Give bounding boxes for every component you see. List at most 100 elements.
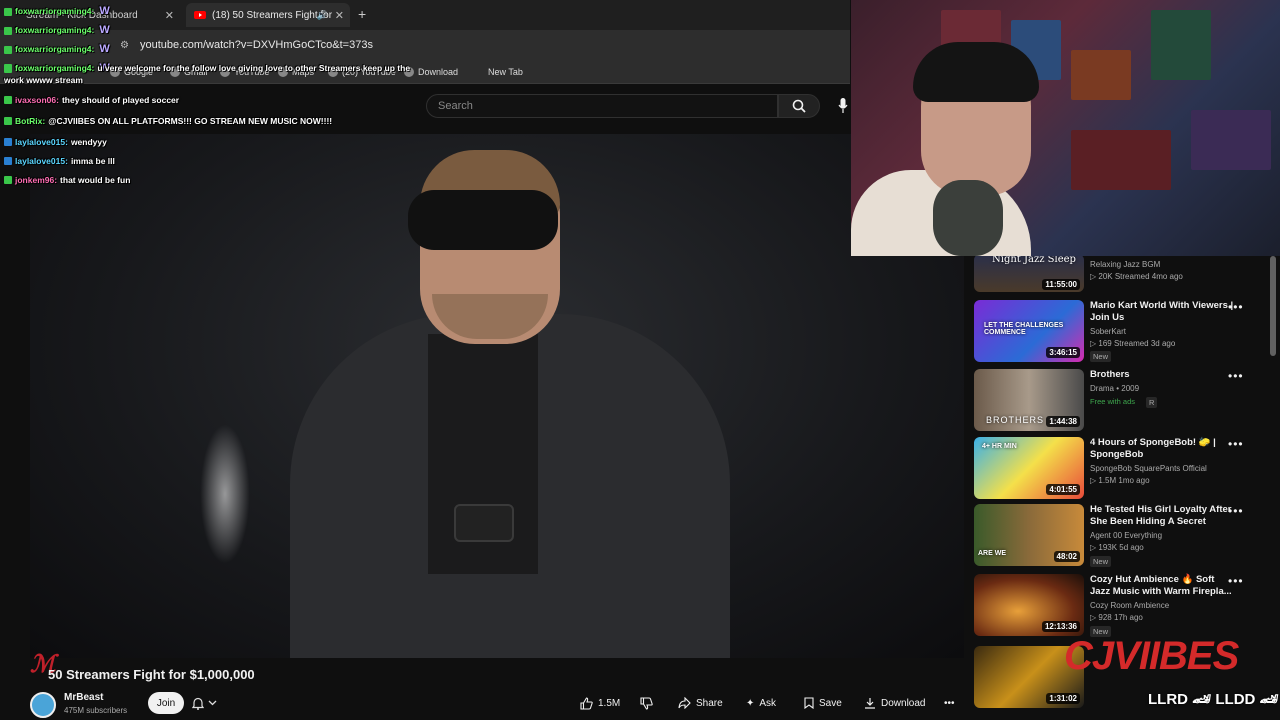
channel-name[interactable]: SpongeBob SquarePants Official [1090,464,1207,473]
video-duration: 11:55:00 [1042,279,1080,290]
blindfold [408,190,558,250]
search-input[interactable]: Search [426,94,778,118]
video-meta: ▷ 169 Streamed 3d ago [1090,339,1176,348]
download-label: Download [881,697,926,709]
site-settings-icon[interactable]: ⚙ [120,40,129,51]
voice-search-button[interactable] [834,96,852,116]
video-title[interactable]: Cozy Hut Ambience 🔥 Soft Jazz Music with… [1090,574,1234,599]
video-duration: 4:01:55 [1046,484,1080,495]
ask-label: Ask [759,697,777,709]
recommendation-item[interactable]: BROTHERS 1:44:38 Brothers Drama • 2009 F… [974,369,1270,435]
more-options-icon[interactable]: ••• [1228,504,1244,518]
new-badge: New [1090,556,1112,567]
share-button[interactable]: Share [678,692,723,714]
more-options-icon[interactable]: ••• [1228,574,1244,588]
notification-bell-button[interactable] [192,692,240,714]
video-thumbnail[interactable]: LET THE CHALLENGES COMMENCE 3:46:15 [974,300,1084,362]
save-button[interactable]: Save [804,692,842,714]
video-title[interactable]: Mario Kart World With Viewers | Join Us [1090,300,1234,325]
brand-logo: CJVIIBES [1064,634,1239,678]
ask-button[interactable]: ✦ Ask [746,692,776,714]
browser-tabbar: Stream - Kick Dashboard ✕ (18) 50 Stream… [0,0,850,30]
search-button[interactable] [778,94,820,118]
thumbs-down-icon [640,696,653,710]
chat-text: u vere welcome for the follow love givin… [97,63,411,73]
chat-username: ivaxson06: [15,95,59,105]
chat-username: BotRix: [15,116,46,126]
channel-name[interactable]: Cozy Room Ambience [1090,601,1169,610]
more-options-icon[interactable]: ••• [1228,437,1244,451]
tab-youtube-video[interactable]: (18) 50 Streamers Fight for 🔊 ✕ [186,3,350,27]
video-meta: ▷ 928 17h ago [1090,613,1143,622]
screen: Stream - Kick Dashboard ✕ (18) 50 Stream… [0,0,1280,720]
new-tab-button[interactable]: + [358,6,366,22]
chat-badge-icon [4,64,12,73]
video-thumbnail[interactable]: 4+ HR MIN 4:01:55 [974,437,1084,499]
video-thumbnail[interactable]: 12:13:36 [974,574,1084,636]
chat-message: BotRix: @CJVIIBES ON ALL PLATFORMS!!! GO … [4,117,332,126]
more-actions-button[interactable]: ••• [944,692,955,714]
thumbnail-text: ARE WE [978,550,1006,557]
speaker-icon[interactable]: 🔊 [317,10,328,21]
like-button[interactable]: 1.5M [580,692,620,714]
bookmark-download[interactable]: Download [404,67,458,77]
chat-badge-icon [4,26,12,35]
chevron-down-icon [208,700,217,706]
dislike-button[interactable] [640,692,653,714]
microphone-icon [838,98,848,113]
chat-message: laylalove015: imma be lll [4,157,115,166]
download-button[interactable]: Download [864,692,925,714]
chat-badge-icon [4,138,12,147]
video-title[interactable]: 4 Hours of SpongeBob! 🧽 | SpongeBob [1090,437,1234,462]
chat-badge-icon [4,117,12,126]
channel-name[interactable]: Agent 00 Everything [1090,531,1162,540]
join-button[interactable]: Join [148,692,184,714]
channel-name[interactable]: Relaxing Jazz BGM [1090,260,1160,269]
video-title[interactable]: He Tested His Girl Loyalty After She Bee… [1090,504,1234,529]
video-player[interactable] [30,134,964,658]
chat-text: imma be lll [70,156,115,166]
chat-username: jonkem96: [15,175,58,185]
thumbs-up-icon [580,696,593,710]
url-field[interactable]: youtube.com/watch?v=DXVHmGoCTco&t=373s [140,39,373,51]
recommendation-item[interactable]: ARE WE 48:02 He Tested His Girl Loyalty … [974,504,1270,570]
channel-name[interactable]: SoberKart [1090,327,1126,336]
thumbnail-text: 4+ HR MIN [982,443,1017,450]
close-tab-icon[interactable]: ✕ [335,9,344,22]
recommendation-item[interactable]: LET THE CHALLENGES COMMENCE 3:46:15 Mari… [974,300,1270,366]
chat-username: laylalove015: [15,156,68,166]
channel-name[interactable]: MrBeast [64,692,103,703]
more-options-icon[interactable]: ••• [1228,369,1244,383]
close-tab-icon[interactable]: ✕ [165,9,174,22]
video-thumbnail[interactable]: ARE WE 48:02 [974,504,1084,566]
bookmark-label: New Tab [488,67,523,77]
brand-tagline: LLRD 🏎 LLDD 🏎 [1148,691,1279,708]
chat-text: they should of played soccer [61,95,180,105]
chat-badge-icon [4,157,12,166]
chat-message: ivaxson06: they should of played soccer [4,96,179,105]
save-label: Save [819,697,842,709]
video-title[interactable]: Brothers [1090,369,1234,381]
chat-badge-icon [4,7,12,16]
recommendation-item[interactable]: 4+ HR MIN 4:01:55 4 Hours of SpongeBob! … [974,437,1270,503]
chat-username: foxwarriorgaming4: [15,44,95,55]
chat-username: laylalove015: [15,137,68,147]
channel-avatar[interactable] [30,692,56,718]
bookmark-new-tab[interactable]: New Tab [488,67,523,77]
more-options-icon[interactable]: ••• [1228,300,1244,314]
chat-username: foxwarriorgaming4: [15,6,95,17]
video-thumbnail[interactable]: Night Jazz Sleep 11:55:00 [974,256,1084,292]
video-duration: 48:02 [1053,551,1080,562]
streamer-webcam [851,0,1280,256]
share-label: Share [696,697,723,709]
download-icon [865,698,875,709]
video-meta: ▷ 1.5M 1mo ago [1090,476,1150,485]
video-thumbnail[interactable]: BROTHERS 1:44:38 [974,369,1084,431]
sidebar-scrollbar[interactable] [1270,256,1276,356]
bell-icon [192,697,204,710]
chat-message: foxwarriorgaming4: W [4,43,110,56]
free-with-ads-badge: Free with ads [1090,397,1136,406]
wall-poster [1071,50,1131,100]
bookmark-label: Download [418,67,459,77]
thumbnail-text: Night Jazz Sleep [992,256,1076,265]
